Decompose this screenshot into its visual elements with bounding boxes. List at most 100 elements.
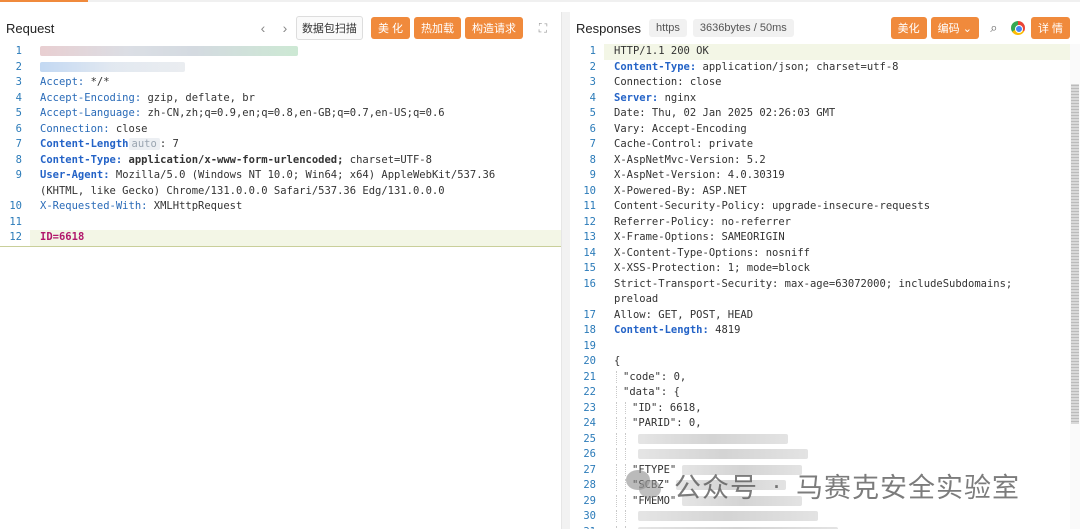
code-line: 23 "ID": 6618, <box>570 401 1080 417</box>
code-line: 3 Connection: close <box>570 75 1080 91</box>
line-number: 21 <box>583 370 596 383</box>
line-text: Date: Thu, 02 Jan 2025 02:26:03 GMT <box>614 107 836 119</box>
line-number: 6 <box>589 122 596 135</box>
encoding-dropdown[interactable]: 编码 ⌄ <box>930 17 979 39</box>
param-key: ID <box>40 231 53 243</box>
header-key: Accept-Language: <box>40 107 142 119</box>
indent-guide: "PARID": 0, <box>616 417 702 429</box>
watermark-dot: · <box>772 470 782 500</box>
line-number: 24 <box>583 417 596 429</box>
line-number: 18 <box>583 324 596 336</box>
code-line: 24 "PARID": 0, <box>570 416 1080 432</box>
construct-request-button[interactable]: 构造请求 <box>465 17 523 39</box>
code-line-active: 12 ID=6618 <box>0 230 561 247</box>
line-number: 23 <box>583 401 596 414</box>
header-value: Mozilla/5.0 (Windows NT 10.0; Win64; x64… <box>109 169 496 181</box>
indent-guide <box>616 432 788 445</box>
response-scrollbar[interactable] <box>1070 44 1080 529</box>
hot-load-button[interactable]: 热加载 <box>414 17 461 39</box>
search-icon[interactable]: ⌕ <box>983 20 1005 36</box>
code-line: 10 X-Requested-With: XMLHttpRequest <box>0 199 561 215</box>
line-text: X-Content-Type-Options: nosniff <box>614 246 810 259</box>
code-line: 9 X-AspNet-Version: 4.0.30319 <box>570 168 1080 184</box>
line-text: Vary: Accept-Encoding <box>614 122 747 135</box>
prev-arrow-icon[interactable]: ‹ <box>252 20 274 36</box>
indent-guide: "code": 0, <box>616 370 687 383</box>
code-line: 19 <box>570 339 1080 355</box>
code-line: 1 HTTP/1.1 200 OK <box>570 44 1080 60</box>
packet-scan-button[interactable]: 数据包扫描 <box>295 16 363 40</box>
header-key: X-Requested-With: <box>40 200 148 212</box>
response-beautify-button[interactable]: 美化 <box>890 17 927 39</box>
header-value: application/json; charset=utf-8 <box>696 60 899 73</box>
header-value: : 7 <box>159 138 179 150</box>
indent-guide: "data": { <box>616 386 680 398</box>
response-editor[interactable]: 1 HTTP/1.1 200 OK 2 Content-Type: applicati… <box>570 44 1080 529</box>
header-value: charset=UTF-8 <box>343 153 432 166</box>
header-value: XMLHttpRequest <box>147 200 243 212</box>
header-value-wrap: (KHTML, like Gecko) Chrome/131.0.0.0 Saf… <box>40 184 445 197</box>
pane-divider[interactable] <box>562 12 570 529</box>
code-line: 12 Referrer-Policy: no-referrer <box>570 215 1080 231</box>
header-value: */* <box>84 76 110 88</box>
code-line: 4 Server: nginx <box>570 91 1080 107</box>
line-number: 4 <box>15 91 22 104</box>
response-title: Responses <box>576 20 642 36</box>
code-line: 1 <box>0 44 561 60</box>
indent-guide <box>625 510 818 522</box>
line-text: HTTP/1.1 200 OK <box>614 45 709 57</box>
code-line: 30 <box>570 509 1080 525</box>
line-number: 8 <box>15 153 22 166</box>
auto-badge[interactable]: auto <box>128 138 160 150</box>
request-editor[interactable]: 1 2 3 Accept: */* 4 Accept-Encoding: gzi… <box>0 44 561 529</box>
request-toolbar: Request ‹ › 数据包扫描 美 化 热加载 构造请求 ⛶ <box>0 12 561 44</box>
code-line: 3 Accept: */* <box>0 75 561 91</box>
line-number: 2 <box>15 60 22 73</box>
line-number: 11 <box>583 200 596 212</box>
code-line: 5 Date: Thu, 02 Jan 2025 02:26:03 GMT <box>570 106 1080 122</box>
code-line: 15 X-XSS-Protection: 1; mode=block <box>570 261 1080 277</box>
header-value: application/x-www-form-urlencoded; <box>122 153 344 166</box>
chrome-browser-icon[interactable] <box>1010 21 1025 35</box>
line-number: 1 <box>15 45 22 57</box>
line-number: 8 <box>589 153 596 166</box>
code-line: 8 Content-Type: application/x-www-form-u… <box>0 153 561 169</box>
header-value: 4819 <box>708 324 741 336</box>
header-key: Content-Length <box>40 138 129 150</box>
indent-guide: "ID": 6618, <box>625 401 702 414</box>
indent-guide <box>625 525 838 529</box>
protocol-tag: https <box>649 19 687 37</box>
line-number: 12 <box>9 231 22 243</box>
indent-guide <box>616 525 838 529</box>
line-text: X-XSS-Protection: 1; mode=block <box>614 262 810 274</box>
header-value: zh-CN,zh;q=0.9,en;q=0.8,en-GB;q=0.7,en-U… <box>141 107 445 119</box>
indent-guide <box>616 510 818 522</box>
line-text: Cache-Control: private <box>614 138 754 150</box>
line-number: 16 <box>583 277 596 290</box>
request-pane: Request ‹ › 数据包扫描 美 化 热加载 构造请求 ⛶ 1 2 3 A… <box>0 12 562 529</box>
line-number: 7 <box>15 138 22 150</box>
line-text: "data": { <box>623 386 680 398</box>
scrollbar-thumb[interactable] <box>1071 84 1079 424</box>
line-number: 6 <box>15 122 22 135</box>
line-number: 10 <box>583 184 596 197</box>
code-line: 17 Allow: GET, POST, HEAD <box>570 308 1080 324</box>
code-line: 5 Accept-Language: zh-CN,zh;q=0.9,en;q=0… <box>0 106 561 122</box>
next-arrow-icon[interactable]: › <box>274 20 296 36</box>
request-beautify-button[interactable]: 美 化 <box>370 17 410 39</box>
line-text: "ID": 6618, <box>632 401 702 414</box>
line-text: X-AspNetMvc-Version: 5.2 <box>614 153 766 166</box>
line-number: 27 <box>583 463 596 476</box>
details-button[interactable]: 详 情 <box>1030 17 1070 39</box>
code-line: 11 <box>0 215 561 231</box>
line-number: 22 <box>583 386 596 398</box>
indent-guide <box>616 448 808 460</box>
code-line: preload <box>570 292 1080 308</box>
line-text: preload <box>614 293 659 305</box>
chevron-down-icon: ⌄ <box>962 23 972 35</box>
expand-icon[interactable]: ⛶ <box>531 21 555 36</box>
code-line: 16 Strict-Transport-Security: max-age=630… <box>570 277 1080 293</box>
line-number: 9 <box>15 169 22 181</box>
encoding-label: 编码 <box>937 23 960 35</box>
header-key: Content-Type: <box>40 153 123 166</box>
